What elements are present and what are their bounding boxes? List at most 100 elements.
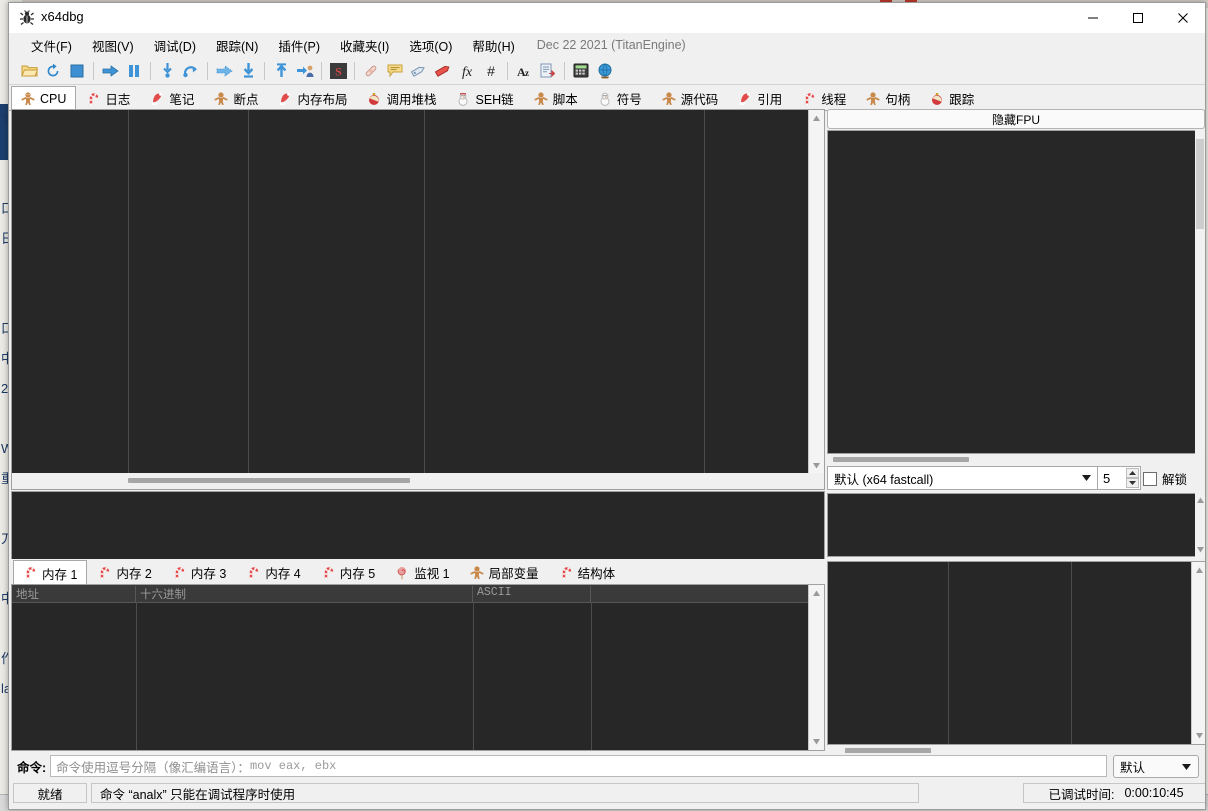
stepper-buttons[interactable]: [1126, 468, 1139, 488]
santahat-icon: [738, 92, 752, 106]
tab-seh-chain[interactable]: SEH链: [446, 86, 523, 110]
tab-memory-map[interactable]: 内存布局: [268, 86, 357, 110]
close-button[interactable]: [1160, 3, 1205, 33]
tab-handles[interactable]: 句柄: [856, 86, 920, 110]
log-window-icon[interactable]: [536, 60, 560, 82]
dump-tab-memory-2[interactable]: 内存 2: [87, 560, 161, 584]
menu-view[interactable]: 视图(V): [82, 33, 144, 58]
tab-label: CPU: [40, 92, 66, 106]
command-input[interactable]: 命令使用逗号分隔（像汇编语言）： mov eax, ebx: [50, 755, 1107, 777]
tab-source[interactable]: 源代码: [652, 86, 729, 110]
restart-icon[interactable]: [41, 60, 65, 82]
memory-dump-view[interactable]: 地址 十六进制 ASCII: [11, 584, 825, 751]
command-label: 命令:: [9, 757, 50, 776]
lollipop-icon: [395, 566, 409, 580]
registers-scrollbar-thumb[interactable]: [1196, 139, 1204, 229]
tab-log[interactable]: 日志: [76, 86, 140, 110]
dump-tab-struct[interactable]: 结构体: [549, 560, 626, 584]
run-icon[interactable]: [98, 60, 122, 82]
function-icon[interactable]: fx: [455, 60, 479, 82]
stack-vertical-scrollbar[interactable]: [1191, 562, 1206, 744]
tab-trace[interactable]: 跟踪: [920, 86, 984, 110]
dump-tab-bar: 内存 1 内存 2 内存 3 内存 4 内存 5 监视 1: [11, 559, 825, 585]
tab-cpu[interactable]: CPU: [11, 86, 76, 111]
globe-icon[interactable]: [593, 60, 617, 82]
unlock-checkbox-group[interactable]: 解锁: [1143, 469, 1187, 488]
dump-tab-memory-4[interactable]: 内存 4: [236, 560, 310, 584]
menu-debug[interactable]: 调试(D): [144, 33, 206, 58]
tab-threads[interactable]: 线程: [792, 86, 856, 110]
step-into-icon[interactable]: [155, 60, 179, 82]
pause-icon[interactable]: [122, 60, 146, 82]
stepper-up-icon[interactable]: [1126, 468, 1139, 478]
dump-header-extra[interactable]: [591, 586, 807, 602]
menu-plugins[interactable]: 插件(P): [268, 33, 330, 58]
stack-info-view[interactable]: [827, 493, 1199, 557]
disassembly-vertical-scrollbar[interactable]: [808, 110, 824, 474]
registers-horizontal-scrollbar[interactable]: [827, 454, 1203, 464]
dump-header-ascii[interactable]: ASCII: [473, 586, 591, 602]
unlock-checkbox[interactable]: [1143, 472, 1157, 486]
menu-file[interactable]: 文件(F): [21, 33, 82, 58]
menu-options[interactable]: 选项(O): [399, 33, 462, 58]
hash-icon[interactable]: #: [479, 60, 503, 82]
step-over-icon[interactable]: [179, 60, 203, 82]
menu-favourites[interactable]: 收藏夹(I): [330, 33, 399, 58]
maximize-button[interactable]: [1115, 3, 1160, 33]
patch-icon[interactable]: [359, 60, 383, 82]
svg-text:S: S: [335, 64, 342, 78]
dump-vertical-scrollbar[interactable]: [808, 585, 824, 750]
disassembly-horizontal-scrollbar[interactable]: [11, 473, 825, 490]
menu-help[interactable]: 帮助(H): [462, 33, 524, 58]
arguments-view[interactable]: [11, 491, 825, 561]
comment-icon[interactable]: [383, 60, 407, 82]
run-to-user-code-icon[interactable]: [293, 60, 317, 82]
dump-tab-memory-3[interactable]: 内存 3: [162, 560, 236, 584]
dump-header-address[interactable]: 地址: [12, 586, 136, 602]
tab-label: 线程: [821, 89, 846, 108]
menu-trace[interactable]: 跟踪(N): [206, 33, 268, 58]
bookmark-icon[interactable]: [431, 60, 455, 82]
tab-label: 引用: [757, 89, 782, 108]
tab-call-stack[interactable]: 调用堆栈: [357, 86, 446, 110]
open-file-icon[interactable]: [17, 60, 41, 82]
tab-references[interactable]: 引用: [728, 86, 792, 110]
hide-fpu-button[interactable]: 隐藏FPU: [827, 109, 1205, 129]
run-to-return-icon[interactable]: [212, 60, 236, 82]
run-to-selection-icon[interactable]: [269, 60, 293, 82]
dump-tab-locals[interactable]: 局部变量: [460, 560, 549, 584]
ornament-icon: [930, 92, 944, 106]
argument-count-stepper[interactable]: 5: [1097, 466, 1141, 490]
tab-label: 笔记: [169, 89, 194, 108]
minimize-button[interactable]: [1070, 3, 1115, 33]
scylla-icon[interactable]: S: [326, 60, 350, 82]
toolbar: S fx # Az: [9, 57, 1205, 85]
tab-notes[interactable]: 笔记: [140, 86, 204, 110]
dump-tab-memory-5[interactable]: 内存 5: [311, 560, 385, 584]
gingerbread-icon: [21, 92, 35, 106]
stack-info-scrollbar[interactable]: [1195, 493, 1205, 557]
dump-tab-memory-1[interactable]: 内存 1: [13, 560, 87, 585]
analyze-icon[interactable]: Az: [512, 60, 536, 82]
stepper-down-icon[interactable]: [1126, 478, 1139, 488]
label-icon[interactable]: [407, 60, 431, 82]
calculator-icon[interactable]: [569, 60, 593, 82]
santahat-icon: [150, 92, 164, 106]
tab-label: 脚本: [553, 89, 578, 108]
command-history-dropdown[interactable]: 默认: [1113, 755, 1199, 778]
calling-convention-dropdown[interactable]: 默认 (x64 fastcall): [827, 466, 1099, 490]
tab-symbols[interactable]: 符号: [588, 86, 652, 110]
registers-view[interactable]: [827, 130, 1197, 454]
tab-label: 源代码: [681, 89, 719, 108]
tab-breakpoints[interactable]: 断点: [204, 86, 268, 110]
tab-script[interactable]: 脚本: [524, 86, 588, 110]
stack-view[interactable]: [827, 561, 1206, 745]
hide-fpu-label: 隐藏FPU: [992, 111, 1040, 128]
stop-icon[interactable]: [65, 60, 89, 82]
dump-tab-watch-1[interactable]: 监视 1: [385, 560, 459, 584]
tab-label: 内存布局: [297, 89, 347, 108]
status-spacer: [923, 783, 1019, 803]
step-out-icon[interactable]: [236, 60, 260, 82]
dump-header-hex[interactable]: 十六进制: [136, 586, 473, 602]
disassembly-view[interactable]: [11, 109, 825, 475]
